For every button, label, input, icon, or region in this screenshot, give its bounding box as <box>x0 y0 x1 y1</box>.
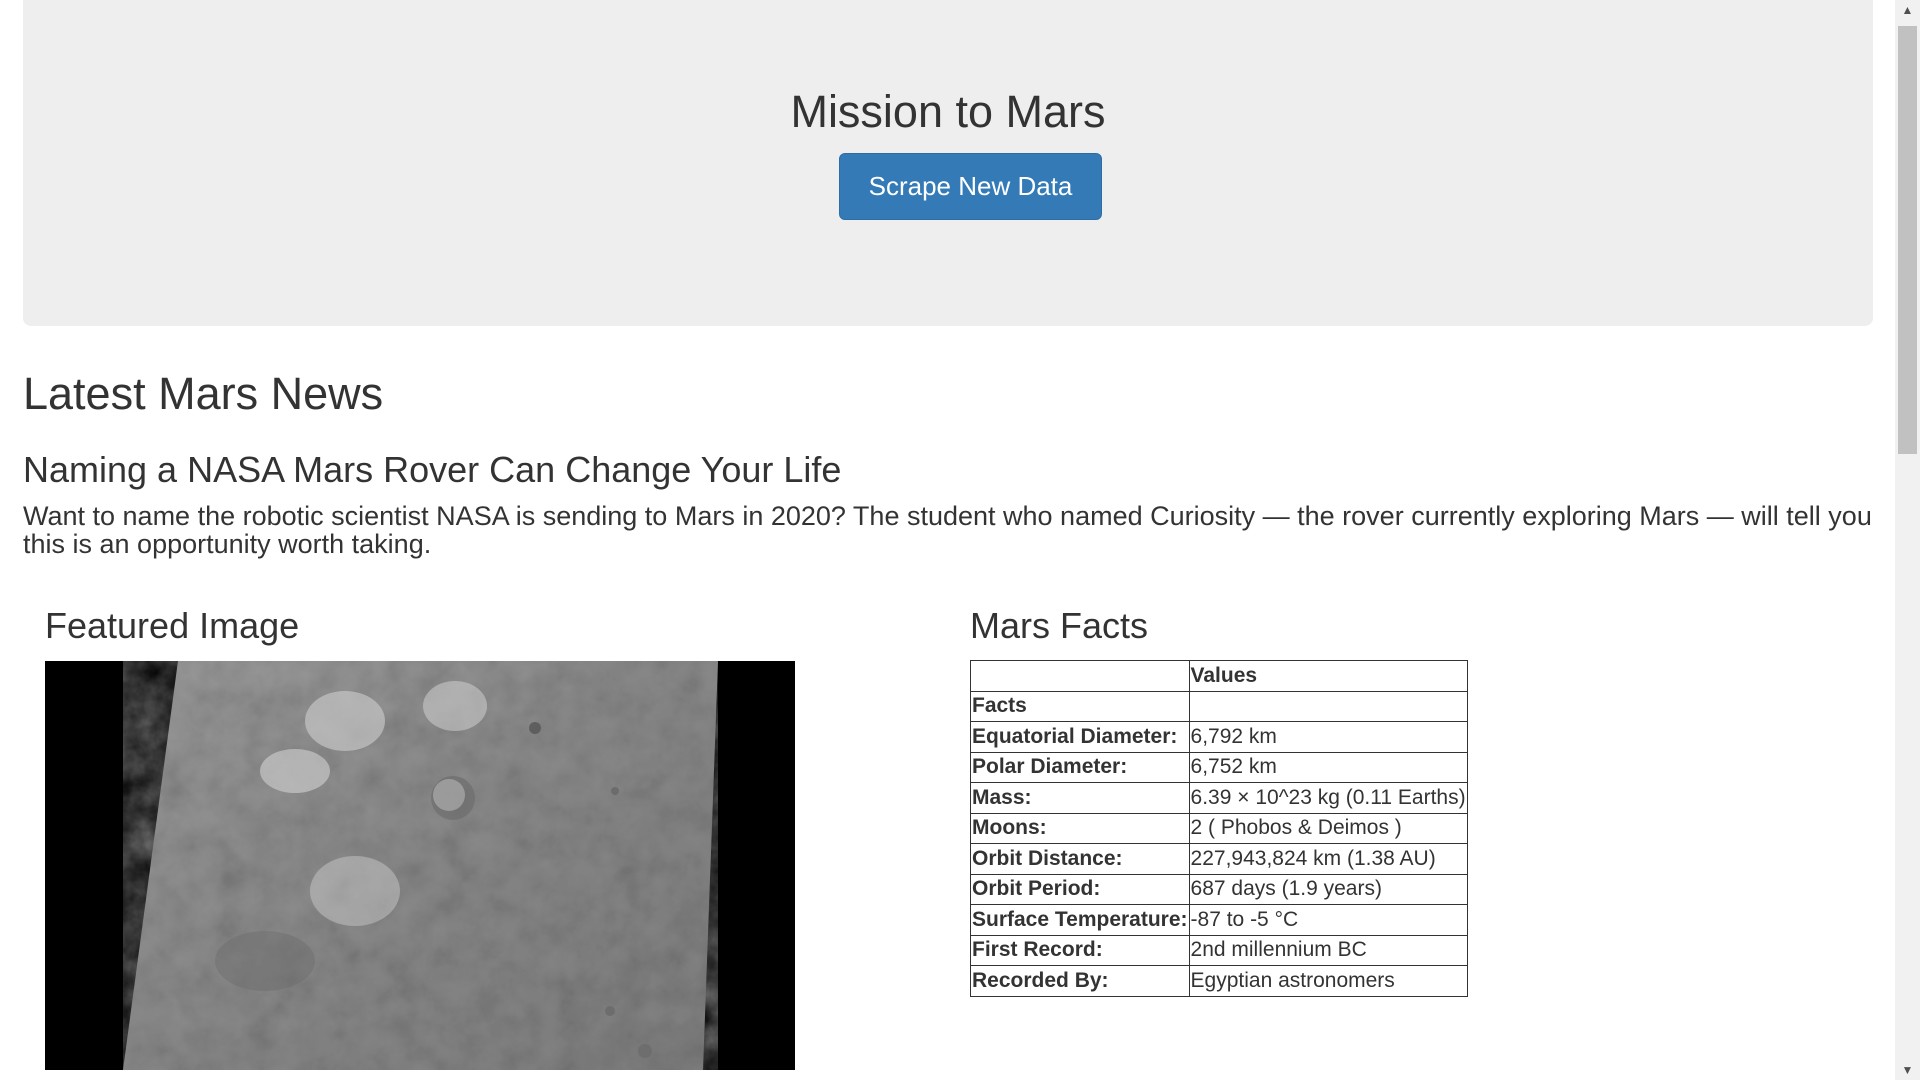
fact-value: 6,792 km <box>1188 721 1468 753</box>
fact-key: Equatorial Diameter: <box>970 721 1190 753</box>
fact-key: Surface Temperature: <box>970 904 1190 936</box>
table-header-blank <box>970 660 1190 692</box>
scrape-new-data-button[interactable]: Scrape New Data <box>839 153 1102 220</box>
table-row: Moons: 2 ( Phobos & Deimos ) <box>970 812 1468 844</box>
jumbotron-header: Mission to Mars Scrape New Data <box>23 0 1873 326</box>
fact-key: Mass: <box>970 782 1190 814</box>
fact-value: 2nd millennium BC <box>1188 934 1468 966</box>
fact-value: 6.39 × 10^23 kg (0.11 Earths) <box>1188 782 1468 814</box>
table-row: Polar Diameter: 6,752 km <box>970 751 1468 783</box>
featured-image <box>45 661 795 1070</box>
scroll-down-arrow-icon[interactable]: ▼ <box>1895 1060 1920 1080</box>
table-index-row: Facts <box>970 690 1468 722</box>
fact-key: Recorded By: <box>970 965 1190 997</box>
fact-value: 687 days (1.9 years) <box>1188 873 1468 905</box>
fact-key: Polar Diameter: <box>970 751 1190 783</box>
fact-key: First Record: <box>970 934 1190 966</box>
news-paragraph: Want to name the robotic scientist NASA … <box>23 501 1872 559</box>
table-row: Orbit Period: 687 days (1.9 years) <box>970 873 1468 905</box>
fact-value: Egyptian astronomers <box>1188 965 1468 997</box>
mars-surface-image <box>45 661 795 1070</box>
table-index-blank <box>1188 690 1468 722</box>
scrollbar-thumb[interactable] <box>1898 26 1917 454</box>
table-row: Recorded By: Egyptian astronomers <box>970 965 1468 997</box>
table-header-row: Values <box>970 660 1468 692</box>
news-title: Naming a NASA Mars Rover Can Change Your… <box>23 449 842 490</box>
fact-key: Orbit Period: <box>970 873 1190 905</box>
table-row: Orbit Distance: 227,943,824 km (1.38 AU) <box>970 843 1468 875</box>
table-row: Mass: 6.39 × 10^23 kg (0.11 Earths) <box>970 782 1468 814</box>
table-row: First Record: 2nd millennium BC <box>970 934 1468 966</box>
table-row: Surface Temperature: -87 to -5 °C <box>970 904 1468 936</box>
fact-key: Moons: <box>970 812 1190 844</box>
vertical-scrollbar[interactable]: ▲ ▼ <box>1895 0 1920 1080</box>
fact-key: Orbit Distance: <box>970 843 1190 875</box>
scroll-up-arrow-icon[interactable]: ▲ <box>1895 0 1920 20</box>
mars-facts-heading: Mars Facts <box>970 605 1149 646</box>
page-title: Mission to Mars <box>790 86 1106 137</box>
table-row: Equatorial Diameter: 6,792 km <box>970 721 1468 753</box>
fact-value: 2 ( Phobos & Deimos ) <box>1188 812 1468 844</box>
fact-value: 6,752 km <box>1188 751 1468 783</box>
table-header-values: Values <box>1188 660 1468 692</box>
mars-facts-table: Values Facts Equatorial Diameter: 6,792 … <box>970 660 1468 997</box>
page: Mission to Mars Scrape New Data Latest M… <box>0 0 1920 1080</box>
fact-value: 227,943,824 km (1.38 AU) <box>1188 843 1468 875</box>
table-index-label: Facts <box>970 690 1190 722</box>
fact-value: -87 to -5 °C <box>1188 904 1468 936</box>
main-content: Mission to Mars Scrape New Data Latest M… <box>0 0 1895 1080</box>
latest-news-heading: Latest Mars News <box>23 368 384 419</box>
featured-image-heading: Featured Image <box>45 605 300 646</box>
